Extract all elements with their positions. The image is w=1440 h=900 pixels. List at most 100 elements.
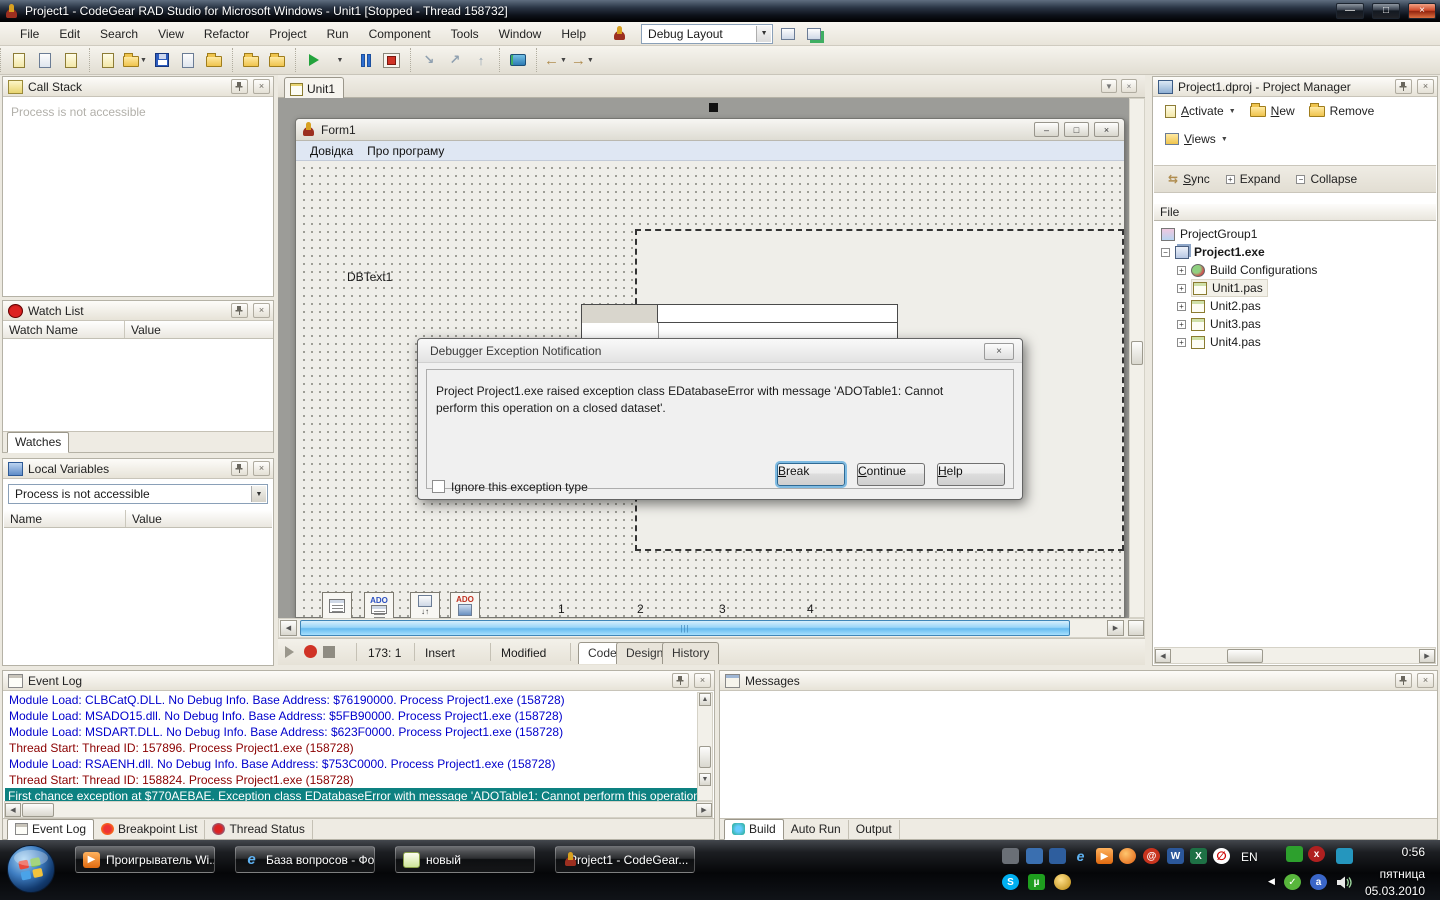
log-line[interactable]: Module Load: RSAENH.dll. No Debug Info. … [6, 756, 558, 772]
pin-icon[interactable] [1395, 79, 1412, 94]
ignore-exception-checkbox[interactable] [432, 480, 445, 493]
display-tray-icon[interactable] [1049, 848, 1066, 864]
save-all-button[interactable] [203, 49, 225, 71]
pin-icon[interactable] [672, 673, 689, 688]
close-icon[interactable]: × [253, 303, 270, 318]
dialog-titlebar[interactable]: Debugger Exception Notification [418, 339, 1022, 363]
expand-box-icon[interactable]: + [1177, 338, 1186, 347]
mainmenu1-component[interactable] [322, 592, 352, 619]
scroll-down-icon[interactable]: ▼ [699, 773, 711, 786]
open-button[interactable] [34, 49, 56, 71]
pin-icon[interactable] [231, 303, 248, 318]
hscroll-thumb[interactable] [22, 803, 54, 817]
tab-thread-status[interactable]: Thread Status [205, 820, 312, 839]
step-over-button[interactable]: ↗ [444, 49, 466, 71]
activate-button[interactable]: Activate ▼ [1159, 102, 1242, 120]
chevron-down-icon[interactable]: ▼ [756, 26, 771, 42]
tree-build-configurations[interactable]: + Build Configurations [1177, 261, 1317, 279]
mail-tray-icon[interactable]: @ [1143, 848, 1160, 864]
continue-button[interactable]: Continue [857, 463, 925, 486]
menu-run[interactable]: Run [317, 23, 359, 45]
tree-project1-exe[interactable]: − Project1.exe [1161, 243, 1265, 261]
tab-breakpoint-list[interactable]: Breakpoint List [94, 820, 205, 839]
hscroll-thumb[interactable]: ||| [300, 620, 1070, 636]
navigate-back-button[interactable]: ←▼ [544, 49, 567, 71]
scroll-left-icon[interactable]: ◀ [1155, 649, 1171, 663]
log-line[interactable]: Thread Start: Thread ID: 158824. Process… [6, 772, 357, 788]
vscroll-thumb[interactable] [1131, 341, 1143, 365]
chevron-down-icon[interactable]: ▼ [251, 486, 266, 502]
expand-box-icon[interactable]: + [1177, 320, 1186, 329]
language-indicator[interactable]: EN [1241, 850, 1258, 864]
log-line[interactable]: Module Load: MSDART.DLL. No Debug Info. … [6, 724, 566, 740]
tab-event-log[interactable]: Event Log [7, 819, 94, 840]
tab-history[interactable]: History [662, 642, 719, 664]
ie-tray-icon[interactable]: e [1072, 848, 1089, 864]
skype-tray-icon[interactable]: S [1002, 874, 1019, 890]
menu-view[interactable]: View [148, 23, 194, 45]
new-items-button[interactable] [8, 49, 30, 71]
run-until-return-button[interactable]: ↑ [470, 49, 492, 71]
designer-hscrollbar[interactable]: ◀ ||| ▶ [278, 618, 1145, 638]
tree-unit2-pas[interactable]: + Unit2.pas [1177, 297, 1261, 315]
save-button[interactable] [151, 49, 173, 71]
local-vars-frame-combo[interactable]: Process is not accessible ▼ [8, 484, 268, 504]
tab-close-icon[interactable]: × [1121, 79, 1137, 93]
chevron-down-icon[interactable]: ▼ [1221, 136, 1228, 143]
scroll-left-icon[interactable]: ◀ [5, 803, 21, 817]
event-log-list[interactable]: Module Load: CLBCatQ.DLL. No Debug Info.… [4, 692, 697, 801]
new-unit-button[interactable] [97, 49, 119, 71]
taskbar-button-notepad[interactable]: новый [395, 846, 535, 873]
form1-titlebar[interactable]: Form1 – □ × [296, 119, 1124, 141]
tree-projectgroup1[interactable]: ProjectGroup1 [1161, 225, 1257, 243]
desktop-layout-combo[interactable]: Debug Layout ▼ [641, 24, 773, 44]
wmp-tray-icon[interactable]: ▶ [1096, 848, 1113, 864]
menu-edit[interactable]: Edit [49, 23, 90, 45]
scroll-up-icon[interactable]: ▲ [699, 693, 711, 706]
vscroll-thumb[interactable] [699, 746, 711, 768]
new-button[interactable]: New [1244, 102, 1301, 120]
navigate-forward-button[interactable]: →▼ [571, 49, 594, 71]
save-as-button[interactable] [177, 49, 199, 71]
remove-from-project-button[interactable] [266, 49, 288, 71]
add-file-button[interactable] [60, 49, 82, 71]
close-icon[interactable]: × [694, 673, 711, 688]
taskbar-button-rad-studio[interactable]: Project1 - CodeGear... [555, 846, 695, 873]
close-icon[interactable]: × [1417, 673, 1434, 688]
firefox-tray-icon[interactable] [1119, 848, 1136, 864]
program-reset-button[interactable] [381, 49, 403, 71]
word-tray-icon[interactable]: W [1167, 848, 1184, 864]
taskbar-button-browser[interactable]: e База вопросов - Фо... [235, 846, 375, 873]
record-icon[interactable] [304, 645, 317, 658]
pin-icon[interactable] [231, 79, 248, 94]
tab-watches[interactable]: Watches [7, 432, 69, 453]
watch-name-column[interactable]: Watch Name [3, 321, 125, 338]
debug-run-icon[interactable] [285, 646, 294, 658]
scroll-right-icon[interactable]: ▶ [696, 803, 712, 817]
menu-window[interactable]: Window [489, 23, 552, 45]
close-icon[interactable]: × [253, 461, 270, 476]
hon-tray-icon[interactable] [1054, 874, 1071, 890]
device-tray-icon[interactable] [1002, 848, 1019, 864]
form-restore-button[interactable]: □ [1064, 122, 1089, 137]
menu-tools[interactable]: Tools [441, 23, 489, 45]
tab-list-dropdown-icon[interactable]: ▼ [1101, 79, 1117, 93]
menu-search[interactable]: Search [90, 23, 148, 45]
remove-button[interactable]: Remove [1303, 102, 1381, 120]
close-icon[interactable]: × [1417, 79, 1434, 94]
file-column-header[interactable]: File [1154, 204, 1436, 221]
log-line[interactable]: Module Load: MSADO15.dll. No Debug Info.… [6, 708, 566, 724]
add-to-project-button[interactable] [240, 49, 262, 71]
log-line[interactable]: Thread Start: Thread ID: 157896. Process… [6, 740, 357, 756]
tab-build[interactable]: Build [724, 819, 784, 840]
error-tray-icon[interactable]: x [1308, 846, 1325, 862]
menu-help[interactable]: Help [551, 23, 596, 45]
a-tray-icon[interactable]: a [1310, 874, 1327, 890]
watch-value-column[interactable]: Value [125, 321, 273, 338]
selection-handle[interactable] [709, 103, 718, 112]
log-line[interactable]: Module Load: CLBCatQ.DLL. No Debug Info.… [6, 692, 568, 708]
scroll-right-icon[interactable]: ▶ [1419, 649, 1435, 663]
menu-refactor[interactable]: Refactor [194, 23, 259, 45]
tree-unit3-pas[interactable]: + Unit3.pas [1177, 315, 1261, 333]
pause-button[interactable] [355, 49, 377, 71]
